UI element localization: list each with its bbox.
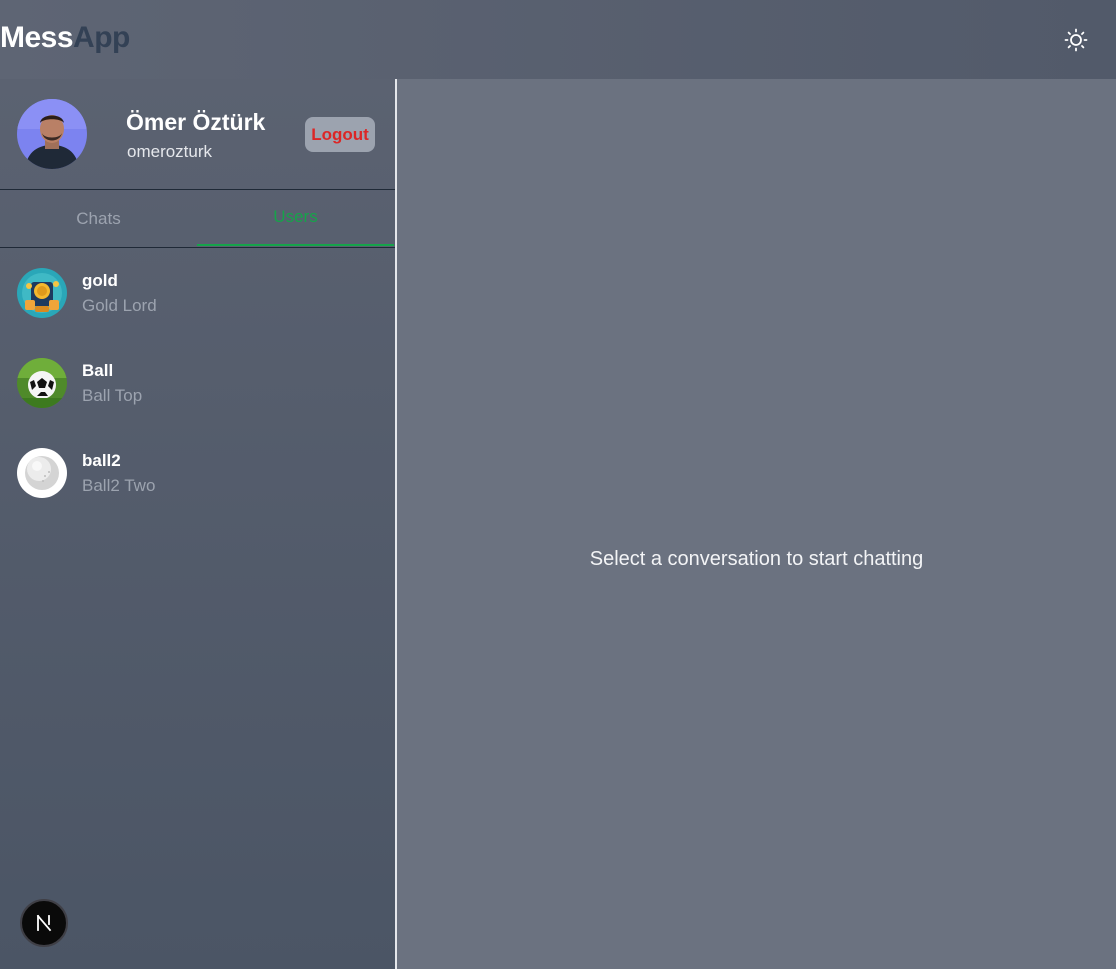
profile-username: omerozturk xyxy=(127,142,213,161)
brand-text-primary: Mess xyxy=(0,21,74,54)
next-logo-icon xyxy=(36,914,52,932)
profile-name: Ömer Öztürk xyxy=(126,109,266,135)
chat-main-area: Select a conversation to start chatting xyxy=(397,79,1116,969)
profile-panel: Ömer Öztürk omerozturk Logout xyxy=(0,79,395,190)
dev-indicator-button[interactable] xyxy=(20,899,68,947)
user-username: Ball xyxy=(82,361,114,380)
user-username: ball2 xyxy=(82,451,121,470)
empty-state-message: Select a conversation to start chatting xyxy=(589,548,924,570)
tab-users[interactable]: Users xyxy=(197,190,394,246)
tab-chats[interactable]: Chats xyxy=(0,190,197,247)
sidebar: Ömer Öztürk omerozturk Logout Chats User… xyxy=(0,79,395,969)
user-username: gold xyxy=(82,271,118,290)
brand-text-secondary: App xyxy=(73,21,130,54)
soccer-ball-avatar xyxy=(17,358,67,408)
gold-coins-avatar xyxy=(17,268,67,318)
white-ball-avatar xyxy=(17,448,67,498)
profile-avatar xyxy=(17,99,87,169)
sidebar-tabs: Chats Users xyxy=(0,190,395,248)
user-list-item-ball2[interactable]: ball2 Ball2 Two xyxy=(0,448,395,538)
app-logo[interactable]: MessApp xyxy=(0,20,130,56)
user-full-name: Gold Lord xyxy=(82,296,157,315)
user-full-name: Ball Top xyxy=(82,386,143,405)
sun-icon xyxy=(1064,28,1088,52)
user-list-item-gold[interactable]: gold Gold Lord xyxy=(0,268,395,358)
theme-toggle-button[interactable] xyxy=(1060,24,1092,56)
user-list-item-ball[interactable]: Ball Ball Top xyxy=(0,358,395,448)
app-header: MessApp xyxy=(0,0,1116,79)
user-full-name: Ball2 Two xyxy=(82,476,156,495)
logout-button[interactable]: Logout xyxy=(305,117,375,152)
